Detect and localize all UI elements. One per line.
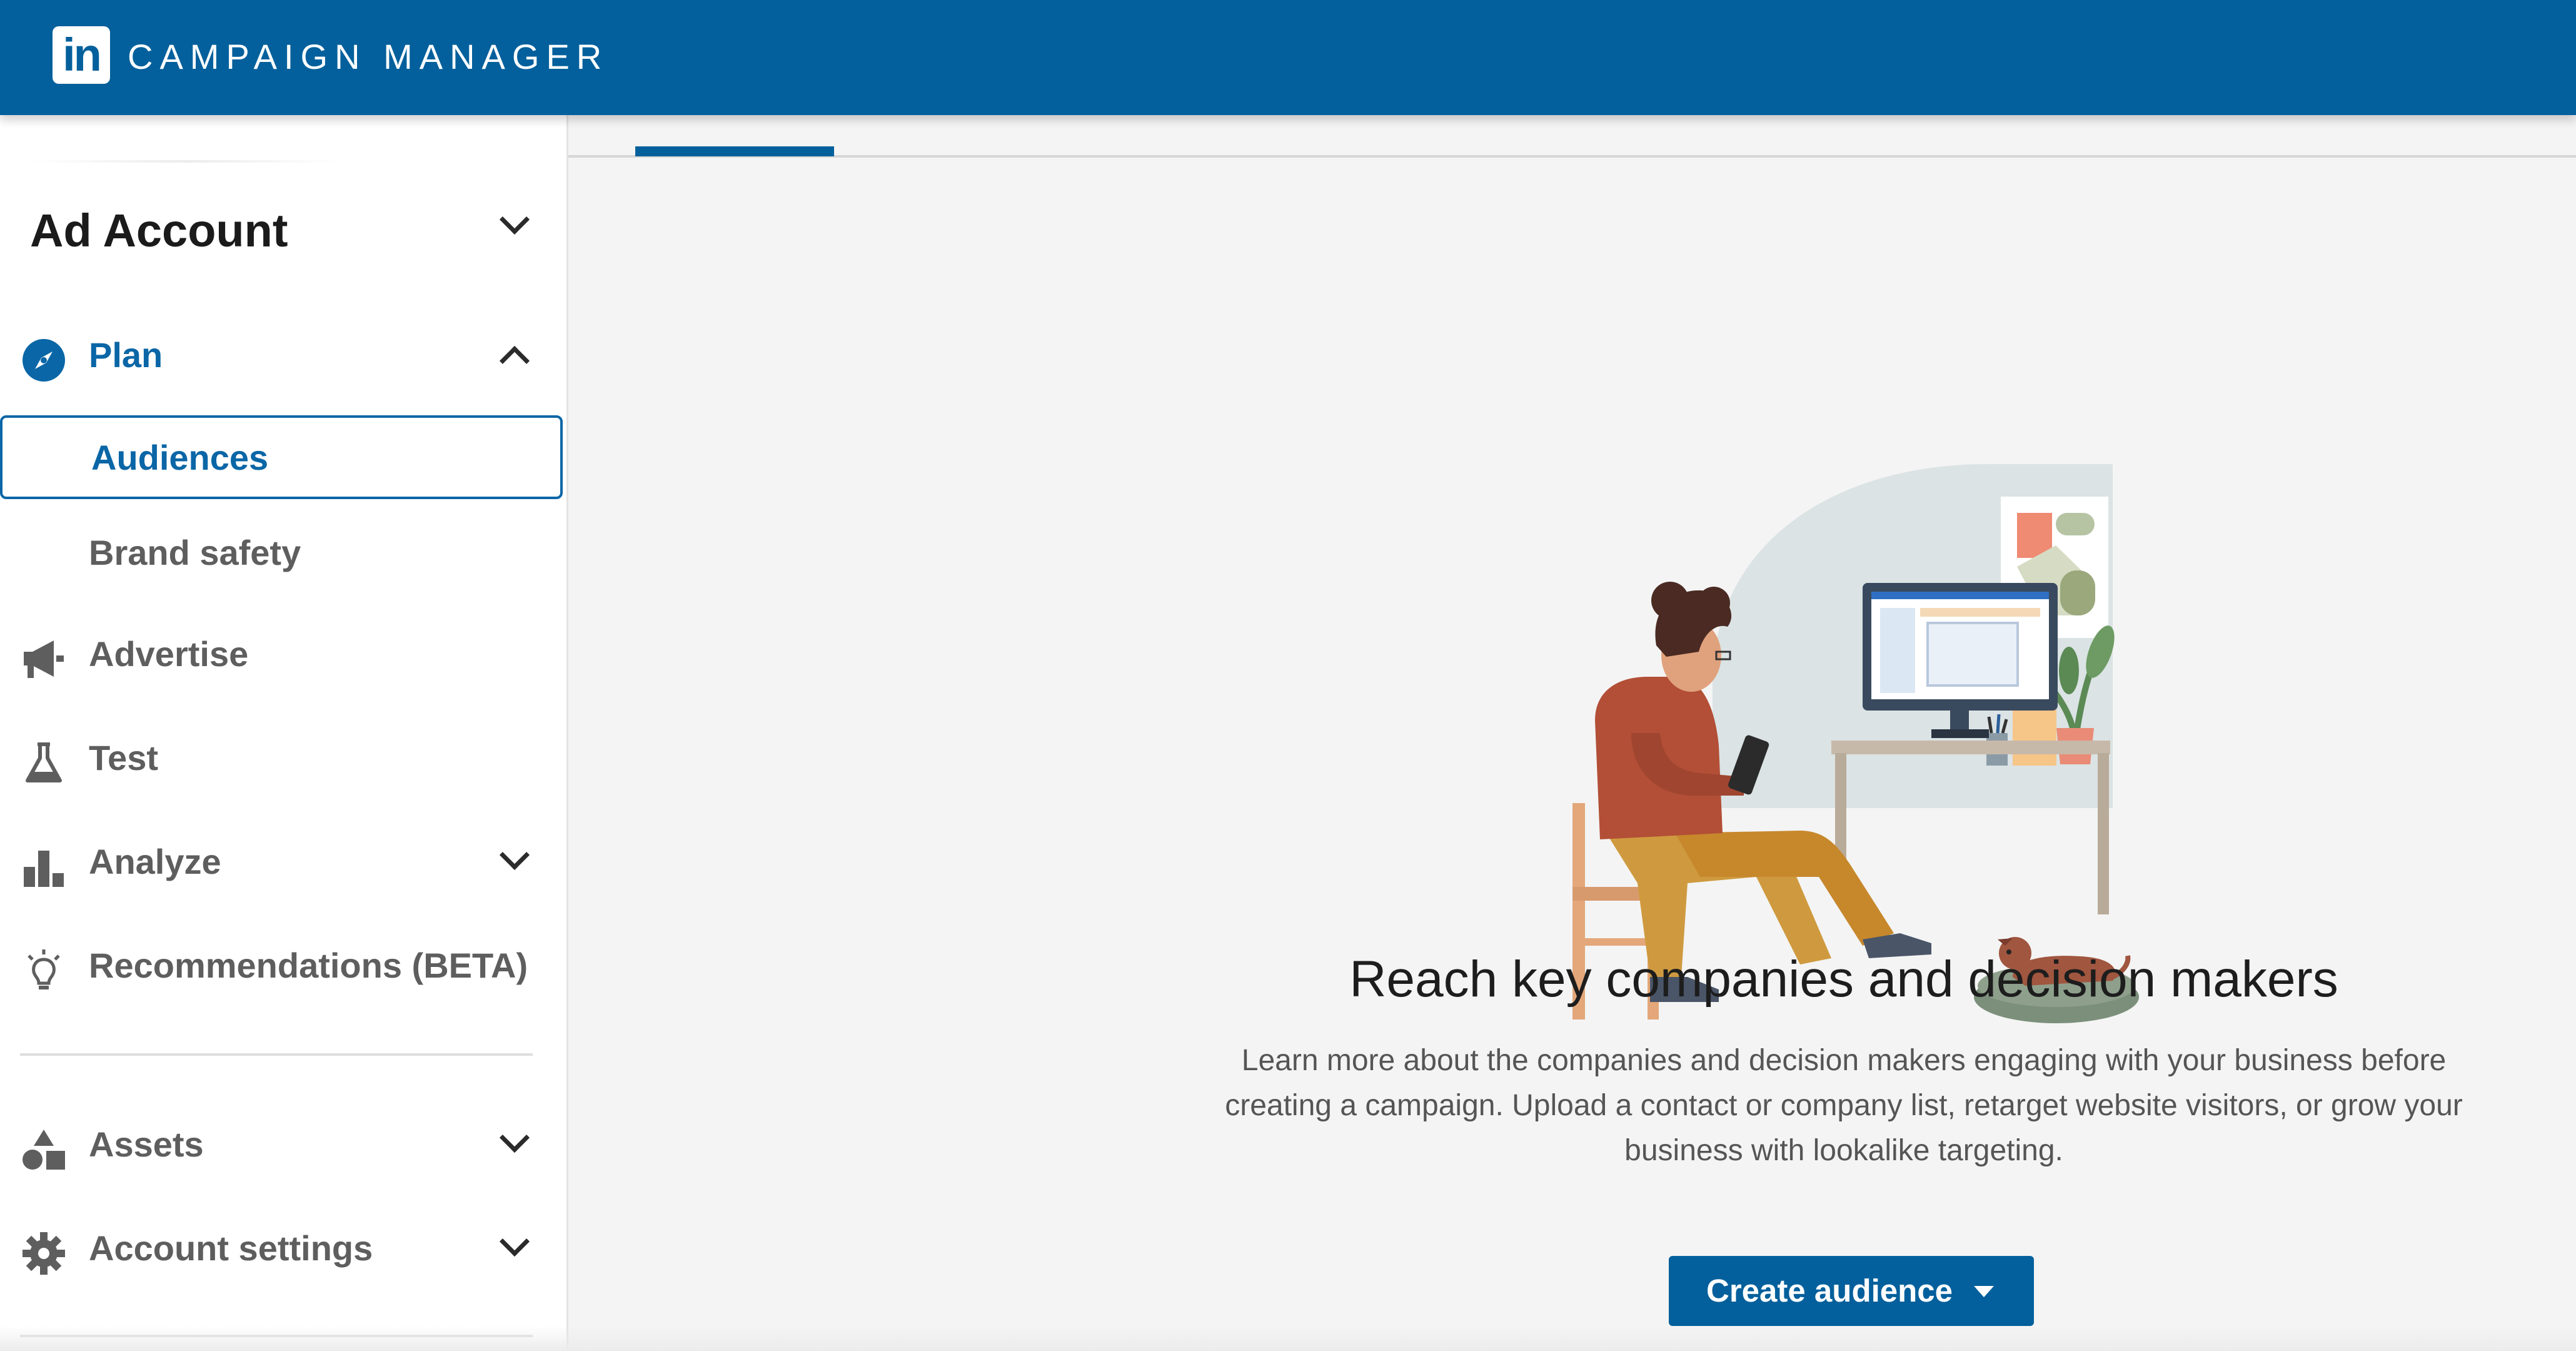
- sidebar-item-assets[interactable]: Assets: [0, 1107, 566, 1182]
- sidebar-item-label: Analyze: [89, 842, 221, 881]
- compass-icon: [23, 339, 65, 382]
- sidebar-item-recommendations[interactable]: Recommendations (BETA): [0, 928, 566, 1003]
- shapes-icon: [23, 1130, 65, 1170]
- top-bar: in CAMPAIGN MANAGER: [0, 0, 2576, 115]
- flask-icon: [26, 742, 62, 782]
- sidebar: Ad Account Plan Audiences Brand safety A…: [0, 115, 568, 1351]
- app-title: CAMPAIGN MANAGER: [128, 37, 609, 76]
- sidebar-placeholder-line: [30, 160, 343, 163]
- sidebar-item-test[interactable]: Test: [0, 721, 566, 796]
- sidebar-item-brand-safety[interactable]: Brand safety: [0, 513, 563, 597]
- sidebar-item-label: Plan: [89, 335, 163, 375]
- sidebar-item-account-settings[interactable]: Account settings: [0, 1211, 566, 1286]
- empty-state-description: Learn more about the companies and decis…: [1225, 1044, 2463, 1167]
- sidebar-item-label: Recommendations (BETA): [89, 946, 528, 985]
- empty-state-headline: Reach key companies and decision makers: [1349, 951, 2338, 1008]
- sidebar-item-label: Brand safety: [89, 533, 301, 572]
- sidebar-item-advertise[interactable]: Advertise: [0, 617, 566, 692]
- sidebar-item-label: Audiences: [91, 438, 269, 477]
- sidebar-item-label: Advertise: [89, 634, 249, 674]
- sidebar-item-analyze[interactable]: Analyze: [0, 824, 566, 899]
- main-content: Reach key companies and decision makers …: [568, 115, 2576, 1351]
- create-audience-label: Create audience: [1706, 1273, 1953, 1308]
- create-audience-button[interactable]: Create audience: [1669, 1256, 2034, 1326]
- chevron-down-icon[interactable]: [499, 1122, 530, 1153]
- chevron-down-icon[interactable]: [499, 839, 530, 871]
- megaphone-icon: [24, 640, 64, 678]
- sidebar-item-label: Test: [89, 738, 158, 777]
- sidebar-item-label: Assets: [89, 1125, 204, 1164]
- sidebar-divider: [20, 1053, 533, 1056]
- chevron-up-icon[interactable]: [499, 345, 530, 377]
- lightbulb-icon: [28, 949, 60, 989]
- tab-bar-line: [568, 155, 2576, 158]
- caret-down-icon: [1974, 1286, 1994, 1297]
- gear-icon: [23, 1232, 65, 1275]
- sidebar-item-label: Account settings: [89, 1228, 373, 1268]
- chevron-down-icon[interactable]: [499, 204, 530, 235]
- sidebar-item-audiences[interactable]: Audiences: [0, 415, 563, 499]
- sidebar-item-plan[interactable]: Plan: [0, 318, 566, 393]
- tab-active-indicator[interactable]: [635, 146, 834, 156]
- chevron-down-icon[interactable]: [499, 1226, 530, 1257]
- linkedin-logo[interactable]: in: [53, 26, 110, 84]
- bottom-fade: [0, 1326, 2576, 1351]
- bar-chart-icon: [24, 851, 64, 887]
- account-name[interactable]: Ad Account: [30, 203, 288, 259]
- person-at-desk-illustration: [1572, 464, 2139, 1023]
